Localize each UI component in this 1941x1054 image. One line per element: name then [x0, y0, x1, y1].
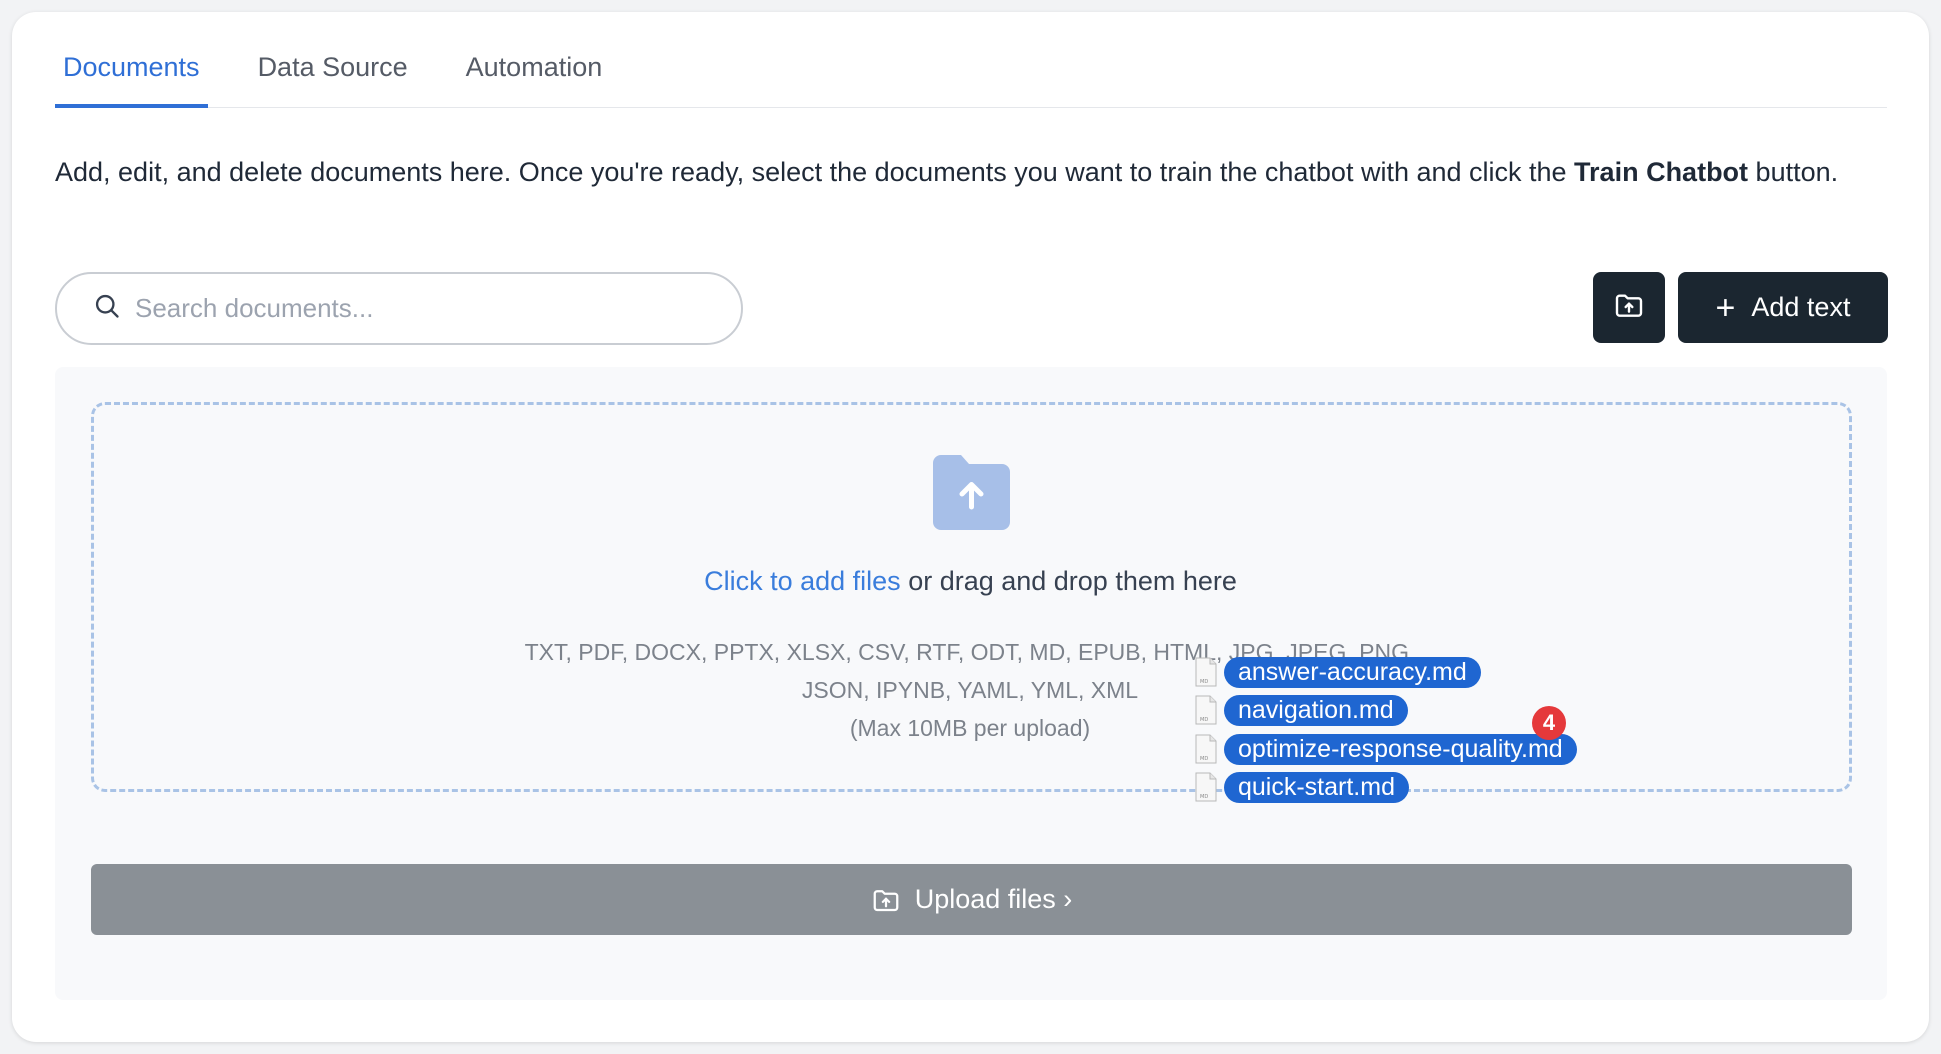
search-icon [93, 292, 121, 325]
plus-icon: + [1715, 288, 1736, 327]
tab-data-source[interactable]: Data Source [250, 40, 416, 108]
dragged-file: MD quick-start.md [1194, 771, 1409, 803]
dragged-file: MD optimize-response-quality.md [1194, 733, 1577, 765]
svg-text:MD: MD [1200, 756, 1208, 762]
md-file-icon: MD [1195, 734, 1217, 764]
folder-upload-icon [1613, 289, 1645, 326]
search-input[interactable] [135, 293, 695, 324]
upload-files-label: Upload files › [914, 884, 1073, 914]
description-text: Add, edit, and delete documents here. On… [55, 157, 1575, 187]
dragged-file-name: optimize-response-quality.md [1224, 733, 1577, 765]
md-file-icon: MD [1195, 657, 1217, 687]
description-tail: button. [1748, 157, 1839, 187]
md-file-icon: MD [1195, 772, 1217, 802]
tab-bar: Documents Data Source Automation [55, 40, 1887, 108]
dragged-file-name: quick-start.md [1224, 771, 1409, 803]
svg-text:MD: MD [1200, 679, 1208, 685]
md-file-icon: MD [1195, 695, 1217, 725]
file-upload-icon [873, 889, 899, 911]
dragged-file: MD answer-accuracy.md [1194, 656, 1481, 688]
drag-drop-text: or drag and drop them here [900, 566, 1237, 596]
svg-text:MD: MD [1200, 794, 1208, 800]
tab-automation[interactable]: Automation [458, 40, 611, 108]
search-box[interactable] [55, 272, 743, 345]
svg-text:MD: MD [1200, 717, 1208, 723]
dragged-file: MD navigation.md [1194, 694, 1408, 726]
train-chatbot-emphasis: Train Chatbot [1574, 157, 1749, 187]
drag-count-badge: 4 [1532, 706, 1566, 740]
page-description: Add, edit, and delete documents here. On… [55, 150, 1887, 194]
upload-files-button[interactable]: Upload files › [91, 864, 1852, 935]
upload-folder-button[interactable] [1593, 272, 1665, 343]
supported-formats: TXT, PDF, DOCX, PPTX, XLSX, CSV, RTF, OD… [500, 633, 1440, 747]
add-text-button[interactable]: + Add text [1678, 272, 1888, 343]
click-to-add-files-link[interactable]: Click to add files [704, 566, 901, 596]
tab-documents[interactable]: Documents [55, 40, 208, 108]
folder-upload-illustration-icon [933, 455, 1010, 530]
add-text-label: Add text [1751, 292, 1851, 322]
dropzone-instructions: Click to add files or drag and drop them… [0, 566, 1941, 597]
dragged-file-name: navigation.md [1224, 694, 1408, 726]
dragged-file-name: answer-accuracy.md [1224, 656, 1481, 688]
